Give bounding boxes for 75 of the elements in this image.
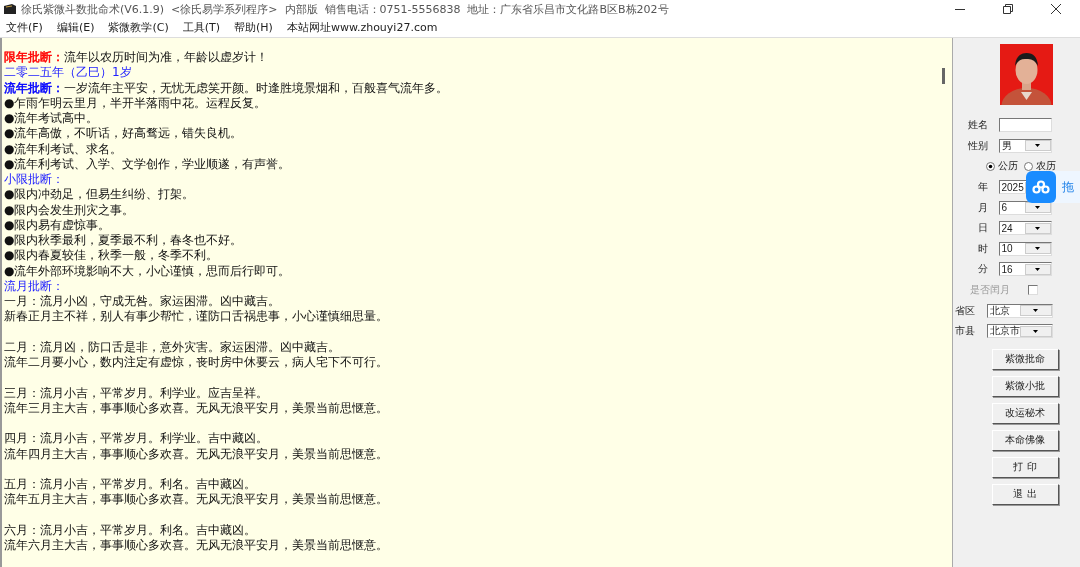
input-field[interactable]: [998, 118, 1052, 133]
menu-item[interactable]: 编辑(E): [56, 20, 95, 35]
radio-label: 公历: [997, 159, 1018, 174]
field-label: 姓名: [966, 118, 988, 133]
field-label: 月: [976, 200, 988, 215]
caret-icon: [1033, 329, 1038, 333]
report-line: ●流年外部环境影响不大，小心谨慎，思而后行即可。: [4, 263, 292, 279]
cloud-icon[interactable]: [1026, 171, 1056, 203]
menu-item[interactable]: 本站网址www.zhouyi27.com: [286, 20, 438, 35]
dropdown[interactable]: 10: [998, 241, 1052, 256]
report-line: 新春正月主不祥，别人有事少帮忙，谨防口舌祸患事，小心谨慎细思量。: [4, 309, 389, 325]
restore-icon[interactable]: [1003, 4, 1013, 14]
field-label: 分: [976, 262, 988, 277]
field-label: 省区: [954, 303, 975, 318]
dropdown[interactable]: 北京市: [986, 324, 1053, 339]
report-heading: 小限批断：: [4, 172, 65, 188]
field-label: 日: [976, 221, 988, 236]
report-line: 六月：流月小吉，平常岁月。利名。吉中藏凶。: [4, 522, 257, 538]
scrollbar-thumb[interactable]: [942, 68, 945, 84]
radio-button[interactable]: [985, 162, 995, 171]
report-heading: 二零二五年（乙巳）1岁: [4, 65, 133, 81]
field-label: 年: [976, 180, 988, 195]
report-line: ●限内会发生刑灾之事。: [4, 202, 136, 218]
report-line: 流年二月要小心，数内注定有虚惊，丧时房中休要云，病人宅下不可行。: [4, 355, 389, 371]
menu-item[interactable]: 文件(F): [6, 20, 43, 35]
caret-icon: [1035, 247, 1041, 251]
radio-label: 农历: [1035, 159, 1056, 174]
caret-icon: [1035, 226, 1041, 230]
caret-icon: [1033, 309, 1038, 313]
report-line: ●流年考试高中。: [4, 111, 100, 127]
action-button[interactable]: 本命佛像: [991, 429, 1059, 451]
caret-icon: [1035, 267, 1041, 271]
report-line: 四月：流月小吉，平常岁月。利学业。吉中藏凶。: [4, 431, 269, 447]
menu-item[interactable]: 帮助(H): [234, 20, 273, 35]
report-line: 流年批断：一岁流年主平安，无忧无虑笑开颜。时逢胜境景烟和，百般喜气流年多。: [4, 80, 449, 96]
menu-item[interactable]: 工具(T): [182, 20, 221, 35]
action-button[interactable]: 紫微小批: [991, 375, 1059, 397]
field-label: 性别: [966, 138, 988, 153]
window-title: 徐氏紫微斗数批命术(V6.1.9) <徐氏易学系列程序> 内部版 销售电话：0751-5556838 地址：广东省乐昌市文化路B区B栋202号: [21, 1, 670, 17]
report-line: ●限内易有虚惊事。: [4, 217, 112, 233]
dropdown[interactable]: 北京: [986, 303, 1053, 318]
action-button[interactable]: 退 出: [991, 483, 1059, 505]
report-line: 流年六月主大吉，事事顺心多欢喜。无风无浪平安月，美景当前思惬意。: [4, 538, 389, 554]
action-button[interactable]: 紫微批命: [991, 348, 1059, 370]
dropdown[interactable]: 男: [998, 138, 1052, 153]
report-line: 五月：流月小吉，平常岁月。利名。吉中藏凶。: [4, 477, 257, 493]
caret-icon: [1035, 206, 1041, 210]
report-line: ●流年利考试、求名。: [4, 141, 124, 157]
action-button[interactable]: 打 印: [991, 456, 1059, 478]
report-line: 二月：流月凶，防口舌是非，意外灾害。家运困滞。凶中藏吉。: [4, 339, 341, 355]
dropdown[interactable]: 16: [998, 262, 1052, 277]
report-line: ●流年利考试、入学、文学创作，学业顺遂，有声誉。: [4, 156, 292, 172]
report-line: ●乍雨乍明云里月，半开半落雨中花。运程反复。: [4, 95, 268, 111]
field-label: 时: [976, 241, 988, 256]
radio-button[interactable]: [1023, 162, 1033, 171]
drag-label[interactable]: 拖: [1062, 178, 1080, 196]
report-line: ●限内秋季最利，夏季最不利，春冬也不好。: [4, 233, 244, 249]
field-label: 市县: [954, 324, 975, 339]
report-line: 一月：流月小凶，守成无咎。家运困滞。凶中藏吉。: [4, 294, 281, 310]
caret-icon: [1035, 144, 1041, 148]
close-icon[interactable]: [1051, 4, 1061, 14]
dropdown[interactable]: 24: [998, 221, 1052, 236]
report-line: 流年四月主大吉，事事顺心多欢喜。无风无浪平安月，美景当前思惬意。: [4, 446, 389, 462]
report-line: 流年五月主大吉，事事顺心多欢喜。无风无浪平安月，美景当前思惬意。: [4, 492, 389, 508]
menu-item[interactable]: 紫微教学(C): [108, 20, 169, 35]
report-line: 三月：流月小吉，平常岁月。利学业。应吉呈祥。: [4, 385, 269, 401]
report-line: 限年批断：流年以农历时间为准，年龄以虚岁计！: [4, 50, 269, 66]
report-line: ●限内冲劲足，但易生纠纷、打架。: [4, 187, 196, 203]
report-line: ●流年高傲，不听话，好高骛远，错失良机。: [4, 126, 244, 142]
checkbox-label: 是否闰月: [968, 283, 1010, 298]
action-button[interactable]: 改运秘术: [991, 402, 1059, 424]
report-line: ●限内春夏较佳，秋季一般，冬季不利。: [4, 248, 220, 264]
report-line: 流年三月主大吉，事事顺心多欢喜。无风无浪平安月，美景当前思惬意。: [4, 400, 389, 416]
app-icon: [3, 3, 17, 15]
report-heading: 流月批断：: [4, 278, 65, 294]
